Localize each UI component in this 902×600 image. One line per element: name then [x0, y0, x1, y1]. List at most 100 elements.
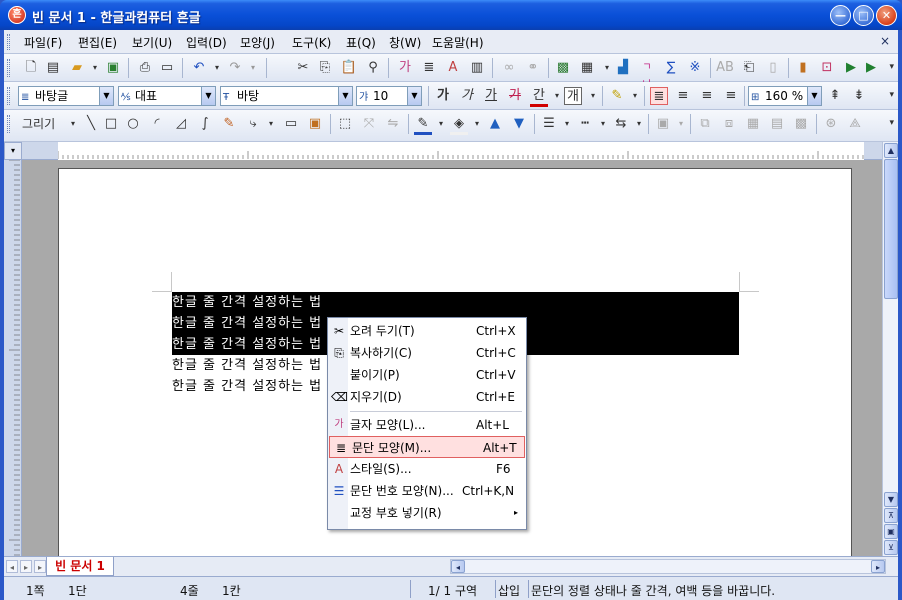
group-icon[interactable]: ⧉ [696, 115, 714, 133]
hyperlink-icon[interactable]: ∞ [500, 59, 518, 77]
marker-dropdown-icon[interactable]: ▾ [626, 87, 644, 105]
language-combo-dropdown-icon[interactable]: ▼ [201, 87, 215, 105]
menu-item-char-shape[interactable]: 가 글자 모양(L)... Alt+L [328, 414, 526, 436]
bring-front-icon[interactable]: ▲ [486, 115, 504, 133]
select-object-icon[interactable]: ⬚ [336, 115, 354, 133]
align-justify-button[interactable]: ≣ [650, 87, 668, 105]
zoom-combo[interactable]: ⊞ 160 % ▼ [748, 86, 822, 106]
tab-prev-icon[interactable]: ◂ [6, 560, 18, 573]
scroll-left-button[interactable]: ◂ [451, 560, 465, 573]
underline-button[interactable]: 가 [482, 87, 500, 105]
vertical-scrollbar[interactable]: ▲ ▼ ⊼ ▣ ⊻ [882, 142, 898, 556]
draw-menu-button[interactable]: 그리기 [22, 115, 66, 133]
menu-item-paste[interactable]: 붙이기(P) Ctrl+V [328, 364, 526, 386]
columns-icon[interactable]: ▥ [468, 59, 486, 77]
align-objects-icon[interactable]: ▦ [744, 115, 762, 133]
highlight-button[interactable]: 개 [564, 87, 582, 105]
strikethrough-button[interactable]: 가 [506, 87, 524, 105]
menu-item-proofreading-marks[interactable]: 교정 부호 넣기(R) ▸ [328, 502, 526, 524]
send-back-icon[interactable]: ▼ [510, 115, 528, 133]
page-select-button[interactable]: ▣ [884, 524, 898, 539]
open-folder-icon[interactable]: ▰ [68, 59, 86, 77]
align-right-button[interactable]: ≡ [722, 87, 740, 105]
menu-table[interactable]: 표(Q) [346, 34, 376, 51]
line-tool-icon[interactable]: ╲ [82, 115, 100, 133]
macro-2-icon[interactable]: ▶ [862, 59, 880, 77]
connector-dropdown-icon[interactable]: ▾ [262, 115, 280, 133]
marker-icon[interactable]: ✎ [608, 87, 626, 105]
font-size-combo[interactable]: 갸 10 ▼ [356, 86, 422, 106]
fill-color-dropdown-icon[interactable]: ▾ [468, 115, 486, 133]
font-size-dropdown-icon[interactable]: ▼ [407, 87, 421, 105]
image-icon[interactable]: ▩ [554, 59, 572, 77]
rotate-icon[interactable]: ⤧ [360, 115, 378, 133]
status-insert-mode[interactable]: 삽입 [498, 582, 520, 599]
style-combo-dropdown-icon[interactable]: ▼ [99, 87, 113, 105]
new-document-icon[interactable]: 🗋 [22, 59, 40, 77]
scroll-down-button[interactable]: ▼ [884, 492, 898, 507]
toolbar-grip[interactable] [7, 59, 10, 77]
text-line[interactable]: 한글 줄 간격 설정하는 법 [172, 292, 739, 313]
menu-tools[interactable]: 도구(K) [292, 34, 331, 51]
toolbar-overflow-icon[interactable]: ▾ [889, 62, 894, 72]
connector-tool-icon[interactable]: ⤷ [244, 115, 262, 133]
line-spacing-increase-icon[interactable]: ⇞ [826, 87, 844, 105]
menu-window[interactable]: 창(W) [389, 34, 421, 51]
preview-icon[interactable]: ▭ [158, 59, 176, 77]
open-dropdown-icon[interactable]: ▾ [86, 59, 104, 77]
line-thickness-dropdown-icon[interactable]: ▾ [558, 115, 576, 133]
menu-item-copy[interactable]: ⎘ 복사하기(C) Ctrl+C [328, 342, 526, 364]
char-shape-icon[interactable]: 가 [396, 59, 414, 77]
scroll-right-button[interactable]: ▸ [871, 560, 885, 573]
arc-tool-icon[interactable]: ◜ [148, 115, 166, 133]
font-combo[interactable]: Ŧ 바탕 ▼ [220, 86, 353, 106]
undo-icon[interactable]: ↶ [190, 59, 208, 77]
paste-icon[interactable]: 📋 [340, 59, 358, 77]
curve-tool-icon[interactable]: ∫ [196, 115, 214, 133]
line-color-icon[interactable]: ✎ [414, 115, 432, 135]
text-line[interactable]: 한글 줄 간격 설정하는 법 [172, 355, 322, 376]
menu-insert[interactable]: 입력(D) [186, 34, 227, 51]
edit-points-icon[interactable]: ⟁ [846, 115, 864, 133]
line-color-dropdown-icon[interactable]: ▾ [432, 115, 450, 133]
table-icon[interactable]: ▦ [578, 59, 596, 77]
next-page-button[interactable]: ⊻ [884, 540, 898, 555]
book-icon[interactable]: ▮ [794, 59, 812, 77]
horizontal-ruler[interactable] [4, 142, 882, 160]
polygon-tool-icon[interactable]: ◿ [172, 115, 190, 133]
ungroup-icon[interactable]: ⧈ [720, 115, 738, 133]
text-line[interactable]: 한글 줄 간격 설정하는 법 [172, 376, 322, 397]
fill-color-icon[interactable]: ◈ [450, 115, 468, 135]
align-center-button[interactable]: ≡ [698, 87, 716, 105]
line-style-dropdown-icon[interactable]: ▾ [594, 115, 612, 133]
language-combo[interactable]: ⅍ 대표 ▼ [118, 86, 216, 106]
presentation-icon[interactable]: ⊡ [818, 59, 836, 77]
close-button[interactable]: ✕ [876, 5, 897, 26]
formula-icon[interactable]: ∑ [662, 59, 680, 77]
menu-edit[interactable]: 편집(E) [78, 34, 117, 51]
format-toolbar-grip[interactable] [7, 87, 10, 105]
clipart-icon[interactable]: ▣ [306, 115, 324, 133]
rotate-free-icon[interactable]: ⊛ [822, 115, 840, 133]
undo-dropdown-icon[interactable]: ▾ [208, 59, 226, 77]
align-left-button[interactable]: ≡ [674, 87, 692, 105]
menu-item-paragraph-shape[interactable]: ≣ 문단 모양(M)... Alt+T [329, 436, 525, 458]
tab-document-1[interactable]: 빈 문서 1 [46, 557, 114, 576]
redo-dropdown-icon[interactable]: ▾ [244, 59, 262, 77]
menu-grip[interactable] [7, 34, 10, 50]
ruler-corner-icon[interactable]: ▾ [4, 142, 22, 160]
shadow-dropdown-icon[interactable]: ▾ [672, 115, 690, 133]
menu-help[interactable]: 도움말(H) [432, 34, 484, 51]
menu-format[interactable]: 모양(J) [240, 34, 275, 51]
line-style-icon[interactable]: ┅ [576, 115, 594, 133]
bold-button[interactable]: 가 [434, 87, 452, 105]
line-thickness-icon[interactable]: ☰ [540, 115, 558, 133]
cut-icon[interactable]: ✂ [294, 59, 312, 77]
style-icon[interactable]: A [444, 59, 462, 77]
draw-menu-dropdown-icon[interactable]: ▾ [64, 115, 82, 133]
italic-button[interactable]: 가 [458, 87, 476, 105]
shadow-icon[interactable]: ▣ [654, 115, 672, 133]
dictionary-icon[interactable]: AB [716, 59, 734, 77]
arrow-style-dropdown-icon[interactable]: ▾ [630, 115, 648, 133]
menu-item-numbering[interactable]: ☰ 문단 번호 모양(N)... Ctrl+K,N [328, 480, 526, 502]
